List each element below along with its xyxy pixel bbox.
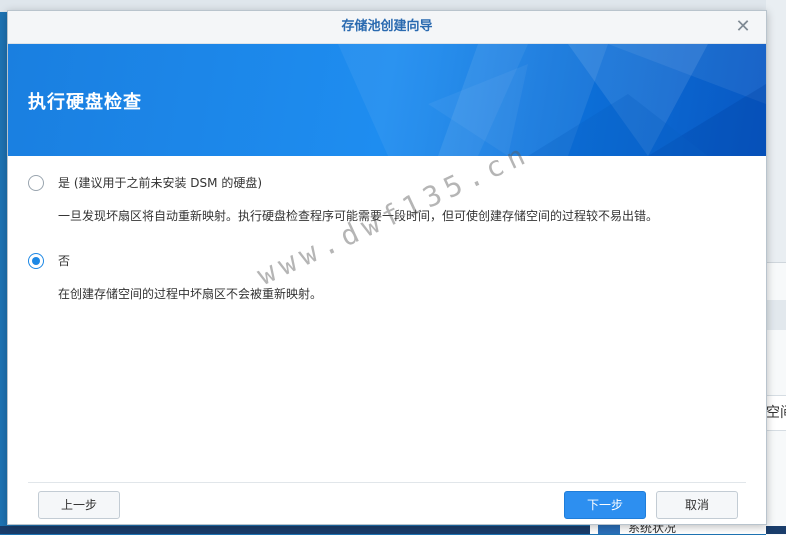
wizard-banner: 执行硬盘检查 [8,44,766,156]
dialog-title: 存储池创建向导 [341,19,433,34]
footer-divider [28,482,746,483]
dialog-titlebar[interactable]: 存储池创建向导 ✕ [8,11,766,44]
storage-pool-wizard-dialog: 存储池创建向导 ✕ 执行硬盘检查 是 (建议用于之前未安装 DSM 的硬盘) 一… [7,10,767,525]
step-title: 执行硬盘检查 [28,92,142,113]
cancel-button[interactable]: 取消 [656,491,738,519]
option-no-label: 否 [58,254,71,268]
background-window-text: 空间 [766,405,786,421]
background-window-header [766,300,786,330]
close-icon[interactable]: ✕ [732,16,754,38]
radio-no[interactable] [28,253,44,269]
option-yes-label: 是 (建议用于之前未安装 DSM 的硬盘) [58,176,263,190]
back-button[interactable]: 上一步 [38,491,120,519]
option-no-description: 在创建存储空间的过程中坏扇区不会被重新映射。 [58,287,323,301]
radio-yes[interactable] [28,175,44,191]
next-button[interactable]: 下一步 [564,491,646,519]
option-yes[interactable]: 是 (建议用于之前未安装 DSM 的硬盘) [28,175,328,193]
